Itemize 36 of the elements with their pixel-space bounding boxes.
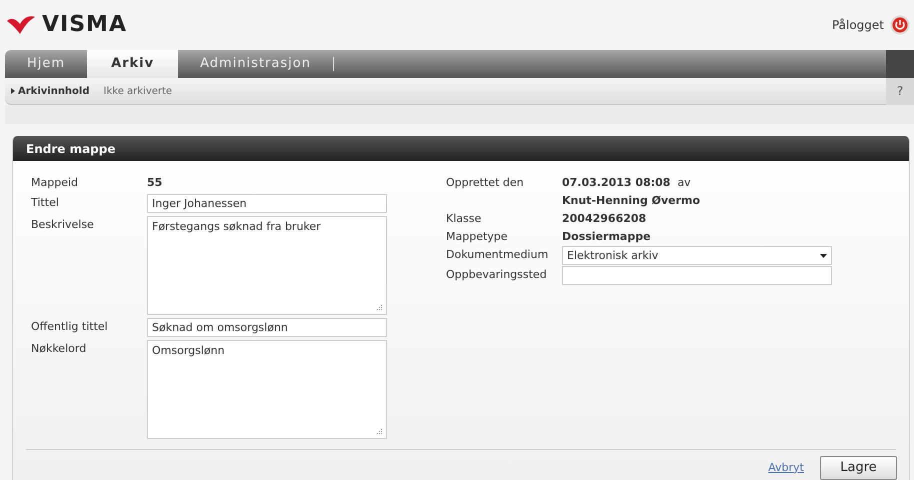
text-field[interactable]	[562, 266, 832, 285]
field-label: Dokumentmedium	[446, 247, 550, 263]
text-field[interactable]: Søknad om omsorgslønn	[147, 318, 387, 337]
field-label: Klasse	[446, 211, 482, 227]
cancel-link[interactable]: Avbryt	[768, 460, 804, 476]
field-label: Opprettet den	[446, 175, 525, 191]
field-label: Nøkkelord	[31, 341, 88, 357]
dropdown[interactable]: Elektronisk arkiv	[562, 246, 832, 265]
power-icon[interactable]	[890, 15, 910, 35]
panel-title: Endre mappe	[13, 136, 909, 161]
subnav-link[interactable]: Ikke arkiverte	[98, 84, 180, 98]
field-label: Oppbevaringssted	[446, 267, 548, 283]
field-value: Dossiermappe	[562, 229, 651, 245]
login-status: Pålogget	[832, 17, 884, 34]
field-value: Knut-Henning Øvermo	[562, 193, 700, 209]
field-label: Offentlig tittel	[31, 319, 109, 335]
logo-swoosh-icon	[6, 15, 36, 35]
text-field[interactable]: Inger Johanessen	[147, 194, 387, 213]
logo-text: VISMA	[42, 14, 127, 36]
field-label: Mappetype	[446, 229, 509, 245]
field-label: Mappeid	[31, 175, 80, 191]
subnav-link[interactable]: Arkivinnhold	[5, 84, 98, 98]
nav-tab[interactable]: Arkiv	[87, 50, 178, 78]
field-label: Tittel	[31, 195, 60, 211]
field-label: Beskrivelse	[31, 217, 95, 233]
field-value: 55	[147, 175, 162, 191]
field-text: av	[677, 175, 691, 191]
field-value: 20042966208	[562, 211, 646, 227]
triangle-icon	[11, 88, 15, 94]
text-area[interactable]: Førstegangs søknad fra bruker	[147, 216, 387, 315]
save-button[interactable]: Lagre	[820, 456, 897, 480]
tab-bar-corner	[886, 50, 914, 78]
text-area[interactable]: Omsorgslønn	[147, 340, 387, 439]
help-button[interactable]: ?	[886, 78, 914, 104]
field-value: 07.03.2013 08:08	[562, 175, 670, 191]
caret-icon	[820, 254, 827, 258]
